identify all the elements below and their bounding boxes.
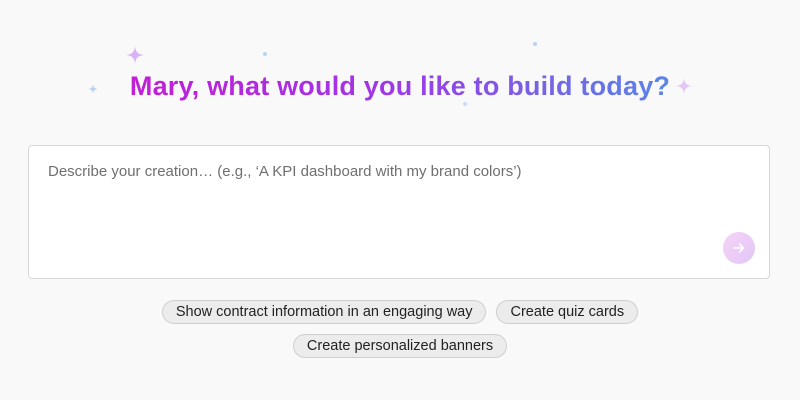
arrow-right-icon	[733, 243, 745, 253]
dot-icon	[263, 52, 267, 56]
suggestion-chip-personalized-banners[interactable]: Create personalized banners	[292, 334, 508, 358]
sparkle-icon	[126, 46, 144, 64]
dot-icon	[533, 42, 537, 46]
suggestion-chip-contract-info[interactable]: Show contract information in an engaging…	[161, 300, 487, 324]
suggestion-chip-quiz-cards[interactable]: Create quiz cards	[496, 300, 639, 324]
prompt-input[interactable]	[29, 146, 769, 278]
send-button[interactable]	[723, 232, 755, 264]
prompt-container	[28, 145, 770, 279]
suggestion-chips: Show contract information in an engaging…	[0, 300, 800, 358]
page: Mary, what would you like to build today…	[0, 0, 800, 400]
page-title: Mary, what would you like to build today…	[0, 66, 800, 106]
headline-text: Mary, what would you like to build today…	[129, 71, 671, 101]
